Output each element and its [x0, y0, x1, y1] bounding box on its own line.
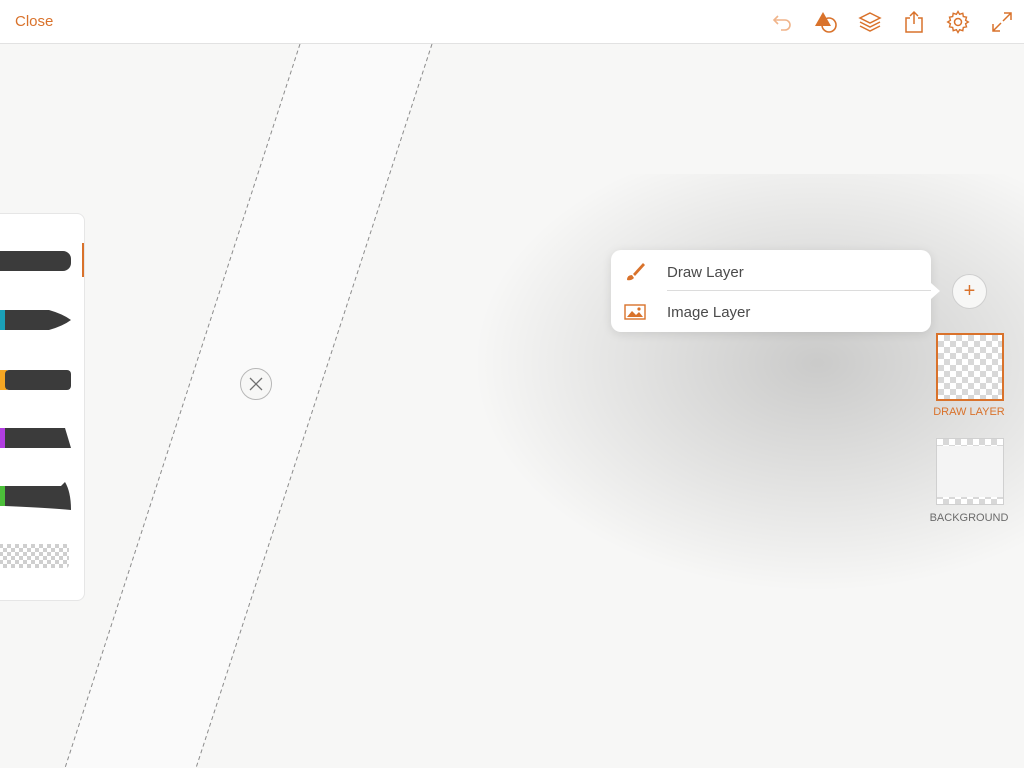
add-layer-button[interactable]: +: [952, 274, 987, 309]
layer-thumbnail-draw-layer[interactable]: [936, 333, 1004, 401]
menu-item-label: Draw Layer: [667, 264, 744, 281]
plus-icon: +: [963, 280, 976, 302]
divider: [667, 290, 931, 291]
paintbrush-icon: [627, 263, 645, 281]
brush-panel: [0, 213, 85, 601]
layer-label: BACKGROUND: [929, 512, 1009, 524]
layer-thumbnail-background[interactable]: [936, 438, 1004, 505]
fullscreen-icon[interactable]: [990, 10, 1014, 34]
shapes-icon[interactable]: [814, 10, 838, 34]
layer-label: DRAW LAYER: [933, 406, 1005, 418]
menu-item-image-layer[interactable]: Image Layer: [611, 292, 931, 332]
brush-1[interactable]: [0, 241, 81, 281]
selected-brush-indicator: [82, 243, 84, 277]
share-icon[interactable]: [902, 10, 926, 34]
remove-guide-button[interactable]: [240, 368, 272, 400]
top-toolbar: Close: [0, 0, 1024, 44]
menu-item-label: Image Layer: [667, 304, 751, 321]
close-button[interactable]: Close: [15, 13, 53, 30]
settings-icon[interactable]: [946, 10, 970, 34]
brush-3[interactable]: [0, 359, 81, 399]
background-fill: [937, 446, 1003, 497]
layers-icon[interactable]: [858, 10, 882, 34]
undo-icon[interactable]: [770, 10, 794, 34]
brush-2[interactable]: [0, 300, 81, 340]
brush-5[interactable]: [0, 478, 81, 518]
close-icon: [249, 377, 263, 391]
brush-4[interactable]: [0, 418, 81, 458]
image-icon: [624, 304, 646, 320]
drawing-canvas[interactable]: [0, 44, 1024, 768]
eraser-brush[interactable]: [0, 536, 81, 576]
new-layer-popover: Draw Layer Image Layer: [611, 250, 940, 332]
menu-item-draw-layer[interactable]: Draw Layer: [611, 252, 931, 292]
ruler-guide[interactable]: [0, 44, 1024, 768]
